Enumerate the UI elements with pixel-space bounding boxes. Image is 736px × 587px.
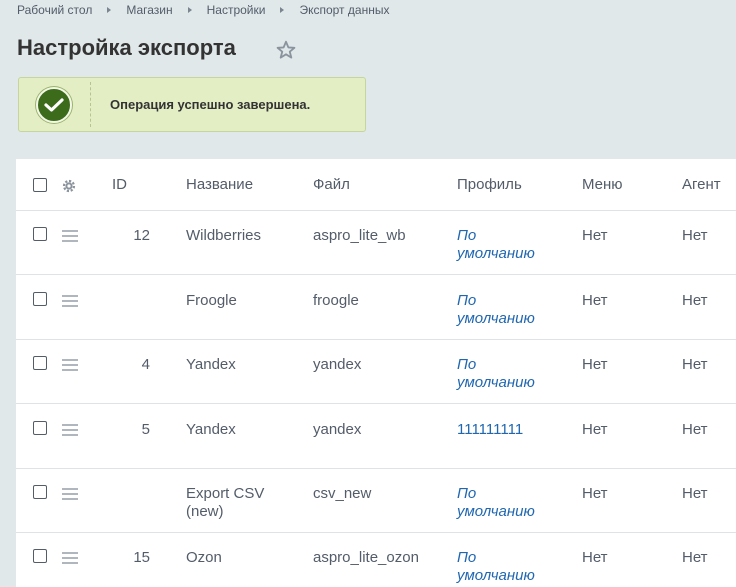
breadcrumb-arrow-icon xyxy=(280,7,285,13)
column-header-menu[interactable]: Меню xyxy=(582,176,623,194)
row-menu-icon[interactable] xyxy=(62,295,78,307)
column-header-profile[interactable]: Профиль xyxy=(457,176,557,194)
cell-menu: Нет xyxy=(582,549,608,566)
cell-name: Yandex xyxy=(186,421,236,438)
alert-message: Операция успешно завершена. xyxy=(110,97,311,112)
row-checkbox[interactable] xyxy=(33,227,47,241)
cell-profile[interactable]: 111111111 xyxy=(457,421,557,439)
cell-name: Wildberries xyxy=(186,227,262,244)
row-menu-icon[interactable] xyxy=(62,552,78,564)
breadcrumb-shop[interactable]: Магазин xyxy=(126,3,172,17)
cell-menu: Нет xyxy=(582,356,608,373)
column-header-agent[interactable]: Агент xyxy=(682,176,721,194)
checkmark-icon xyxy=(36,86,72,123)
cell-agent: Нет xyxy=(682,227,708,244)
cell-menu: Нет xyxy=(582,227,608,244)
table-row[interactable]: 4 Yandex yandex По умолчанию Нет Нет xyxy=(16,340,736,404)
cell-profile-link[interactable]: По умолчанию xyxy=(457,227,557,263)
cell-menu: Нет xyxy=(582,292,608,309)
cell-profile-link[interactable]: По умолчанию xyxy=(457,549,557,585)
cell-profile-link[interactable]: По умолчанию xyxy=(457,356,557,392)
cell-id: 12 xyxy=(133,227,150,244)
cell-file: froogle xyxy=(313,292,359,309)
success-alert: Операция успешно завершена. xyxy=(18,77,366,132)
cell-agent: Нет xyxy=(682,356,708,373)
cell-profile-link[interactable]: По умолчанию xyxy=(457,485,557,521)
row-menu-icon[interactable] xyxy=(62,424,78,436)
cell-file: csv_new xyxy=(313,485,372,502)
cell-file: yandex xyxy=(313,421,362,438)
table-row[interactable]: 15 Ozon aspro_lite_ozon По умолчанию Нет… xyxy=(16,533,736,587)
row-menu-icon[interactable] xyxy=(62,230,78,242)
breadcrumb: Рабочий стол Магазин Настройки Экспорт д… xyxy=(17,3,389,17)
column-header-file[interactable]: Файл xyxy=(313,176,350,194)
breadcrumb-arrow-icon xyxy=(187,7,192,13)
page-title: Настройка экспорта xyxy=(17,35,236,60)
export-table: ID Название Файл Профиль Меню Агент 12 W… xyxy=(16,159,736,587)
cell-file: yandex xyxy=(313,356,362,373)
cell-menu: Нет xyxy=(582,485,608,502)
alert-divider xyxy=(90,82,91,127)
breadcrumb-desktop[interactable]: Рабочий стол xyxy=(17,3,92,17)
table-row[interactable]: 5 Yandex yandex 111111111 Нет Нет xyxy=(16,404,736,469)
cell-agent: Нет xyxy=(682,421,708,438)
cell-file: aspro_lite_wb xyxy=(313,227,406,244)
table-row[interactable]: Export CSV (new) csv_new По умолчанию Не… xyxy=(16,469,736,533)
cell-name: Ozon xyxy=(186,549,222,566)
table-row[interactable]: Froogle froogle По умолчанию Нет Нет xyxy=(16,275,736,340)
row-checkbox[interactable] xyxy=(33,485,47,499)
table-row[interactable]: 12 Wildberries aspro_lite_wb По умолчани… xyxy=(16,211,736,275)
cell-file: aspro_lite_ozon xyxy=(313,549,419,566)
column-header-id[interactable]: ID xyxy=(112,176,127,194)
table-header: ID Название Файл Профиль Меню Агент xyxy=(16,159,736,211)
row-checkbox[interactable] xyxy=(33,356,47,370)
row-checkbox[interactable] xyxy=(33,421,47,435)
cell-name: Yandex xyxy=(186,356,236,373)
cell-profile-link[interactable]: По умолчанию xyxy=(457,292,557,328)
cell-menu: Нет xyxy=(582,421,608,438)
cell-name: Export CSV (new) xyxy=(186,485,265,520)
row-menu-icon[interactable] xyxy=(62,359,78,371)
row-checkbox[interactable] xyxy=(33,549,47,563)
breadcrumb-settings[interactable]: Настройки xyxy=(207,3,266,17)
select-all-checkbox[interactable] xyxy=(33,178,47,192)
cell-agent: Нет xyxy=(682,292,708,309)
cell-id: 4 xyxy=(141,356,150,373)
breadcrumb-export[interactable]: Экспорт данных xyxy=(299,3,389,17)
row-menu-icon[interactable] xyxy=(62,488,78,500)
column-header-name[interactable]: Название xyxy=(186,176,296,194)
row-checkbox[interactable] xyxy=(33,292,47,306)
cell-agent: Нет xyxy=(682,485,708,502)
cell-name: Froogle xyxy=(186,292,237,309)
cell-agent: Нет xyxy=(682,549,708,566)
star-icon[interactable] xyxy=(275,39,297,61)
gear-icon[interactable] xyxy=(61,178,77,194)
cell-id: 15 xyxy=(133,549,150,566)
cell-id: 5 xyxy=(141,421,150,438)
breadcrumb-arrow-icon xyxy=(107,7,112,13)
